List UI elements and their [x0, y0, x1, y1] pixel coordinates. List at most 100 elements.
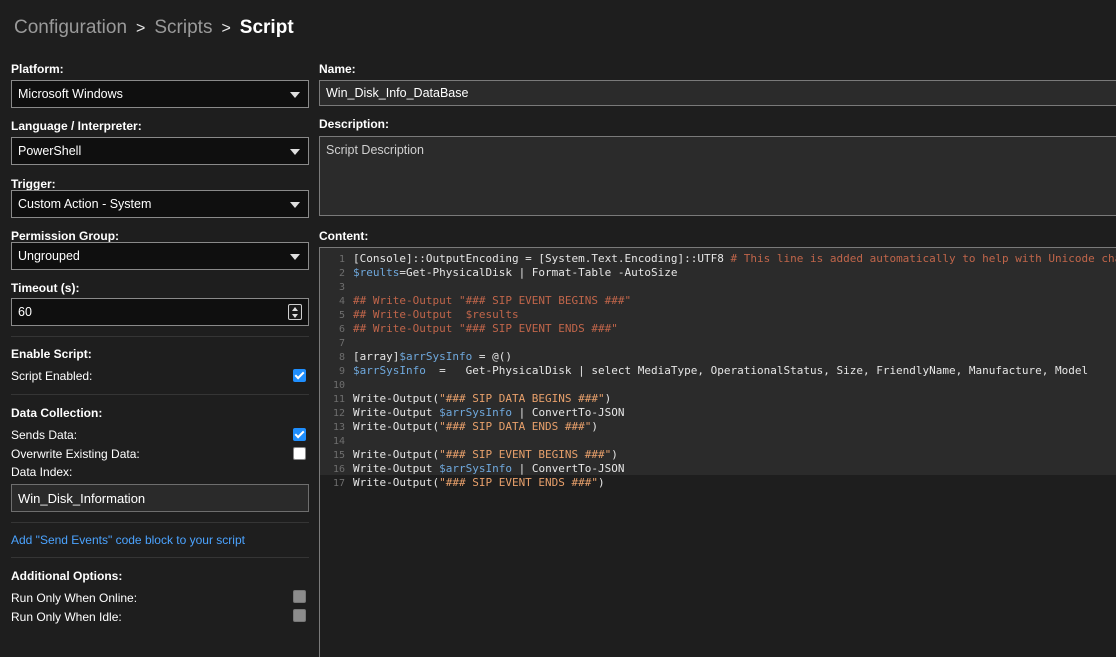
code-line: 17Write-Output("### SIP EVENT ENDS ###")	[320, 476, 345, 490]
overwrite-data-checkbox[interactable]	[293, 447, 306, 460]
code-token: ## Write-Output "### SIP EVENT BEGINS ##…	[353, 294, 631, 307]
line-number: 6	[320, 323, 345, 337]
timeout-input[interactable]: 60	[11, 298, 309, 326]
chevron-down-icon	[290, 254, 300, 260]
code-line: 7	[320, 336, 345, 350]
divider	[11, 522, 309, 523]
code-token: $reults	[353, 266, 399, 279]
code-line: 16Write-Output $arrSysInfo | ConvertTo-J…	[320, 462, 345, 476]
sends-data-label: Sends Data:	[11, 428, 77, 442]
code-line: 3	[320, 280, 345, 294]
code-line: 2$reults=Get-PhysicalDisk | Format-Table…	[320, 266, 345, 280]
code-token: )	[611, 448, 618, 461]
run-idle-checkbox[interactable]	[293, 609, 306, 622]
name-label: Name:	[319, 62, 356, 76]
code-line: 1[Console]::OutputEncoding = [System.Tex…	[320, 252, 345, 266]
code-token: Write-Output	[353, 406, 439, 419]
code-text: Write-Output $arrSysInfo | ConvertTo-JSO…	[353, 462, 625, 476]
code-token: =Get-PhysicalDisk | Format-Table -AutoSi…	[399, 266, 677, 279]
divider	[11, 394, 309, 395]
code-token: Write-Output(	[353, 420, 439, 433]
code-editor[interactable]: 1 [Console]::OutputEncoding = [System.Tex…	[319, 247, 1116, 657]
language-value: PowerShell	[18, 144, 81, 158]
line-number: 4	[320, 295, 345, 309]
code-line: 14	[320, 434, 345, 448]
code-token: Write-Output(	[353, 448, 439, 461]
divider	[11, 557, 309, 558]
code-line: 4## Write-Output "### SIP EVENT BEGINS #…	[320, 294, 345, 308]
language-select[interactable]: PowerShell	[11, 137, 309, 165]
data-collection-title: Data Collection:	[11, 406, 102, 420]
code-line: 8[array]$arrSysInfo = @()	[320, 350, 345, 364]
line-number: 15	[320, 449, 345, 463]
timeout-label: Timeout (s):	[11, 281, 79, 295]
line-number: 9	[320, 365, 345, 379]
code-text: [Console]::OutputEncoding = [System.Text…	[353, 252, 1116, 266]
line-number: 2	[320, 267, 345, 281]
timeout-value: 60	[18, 305, 32, 319]
code-text: $reults=Get-PhysicalDisk | Format-Table …	[353, 266, 678, 280]
code-line: 9$arrSysInfo = Get-PhysicalDisk | select…	[320, 364, 345, 378]
line-number: 17	[320, 477, 345, 491]
code-token: = @()	[472, 350, 512, 363]
code-text: ## Write-Output "### SIP EVENT BEGINS ##…	[353, 294, 631, 308]
divider	[11, 336, 309, 337]
line-number: 13	[320, 421, 345, 435]
additional-options-title: Additional Options:	[11, 569, 122, 583]
script-editor-panel: Name: Win_Disk_Info_DataBase Description…	[319, 0, 1116, 650]
code-text: ## Write-Output "### SIP EVENT ENDS ###"	[353, 322, 618, 336]
run-idle-label: Run Only When Idle:	[11, 610, 122, 624]
code-line: 11Write-Output("### SIP DATA BEGINS ###"…	[320, 392, 345, 406]
script-enabled-checkbox[interactable]	[293, 369, 306, 382]
run-online-label: Run Only When Online:	[11, 591, 137, 605]
code-token: Write-Output(	[353, 476, 439, 489]
add-send-events-link[interactable]: Add "Send Events" code block to your scr…	[11, 533, 245, 547]
code-token: "### SIP DATA BEGINS ###"	[439, 392, 605, 405]
run-online-checkbox[interactable]	[293, 590, 306, 603]
number-stepper-icon[interactable]	[288, 304, 302, 320]
data-index-input[interactable]: Win_Disk_Information	[11, 484, 309, 512]
line-number: 11	[320, 393, 345, 407]
code-token: )	[591, 420, 598, 433]
permission-group-label: Permission Group:	[11, 229, 119, 243]
description-textarea[interactable]: Script Description	[319, 136, 1116, 216]
code-token: | ConvertTo-JSON	[512, 406, 625, 419]
sends-data-checkbox[interactable]	[293, 428, 306, 441]
code-token: $arrSysInfo	[399, 350, 472, 363]
code-text: Write-Output("### SIP EVENT ENDS ###")	[353, 476, 605, 490]
enable-script-title: Enable Script:	[11, 347, 92, 361]
data-index-label: Data Index:	[11, 465, 72, 479]
code-token: Write-Output(	[353, 392, 439, 405]
code-token: ## Write-Output "### SIP EVENT ENDS ###"	[353, 322, 618, 335]
description-label: Description:	[319, 117, 389, 131]
trigger-select[interactable]: Custom Action - System	[11, 190, 309, 218]
code-line: 13Write-Output("### SIP DATA ENDS ###")	[320, 420, 345, 434]
settings-panel: Platform: Microsoft Windows Language / I…	[0, 0, 320, 650]
line-number: 1	[320, 253, 345, 267]
overwrite-data-label: Overwrite Existing Data:	[11, 447, 140, 461]
code-text: $arrSysInfo = Get-PhysicalDisk | select …	[353, 364, 1088, 378]
content-label: Content:	[319, 229, 368, 243]
language-label: Language / Interpreter:	[11, 119, 142, 133]
code-token: "### SIP EVENT ENDS ###"	[439, 476, 598, 489]
line-number: 12	[320, 407, 345, 421]
trigger-label: Trigger:	[11, 177, 56, 191]
line-number: 10	[320, 379, 345, 393]
permission-group-select[interactable]: Ungrouped	[11, 242, 309, 270]
platform-select[interactable]: Microsoft Windows	[11, 80, 309, 108]
code-token: $arrSysInfo	[439, 406, 512, 419]
code-text: Write-Output("### SIP EVENT BEGINS ###")	[353, 448, 618, 462]
code-line: 6## Write-Output "### SIP EVENT ENDS ###…	[320, 322, 345, 336]
permission-group-value: Ungrouped	[18, 249, 80, 263]
code-text: Write-Output("### SIP DATA BEGINS ###")	[353, 392, 611, 406]
chevron-down-icon	[290, 202, 300, 208]
line-number: 8	[320, 351, 345, 365]
name-input[interactable]: Win_Disk_Info_DataBase	[319, 80, 1116, 106]
code-token: )	[598, 476, 605, 489]
code-text: Write-Output $arrSysInfo | ConvertTo-JSO…	[353, 406, 625, 420]
code-token: "### SIP EVENT BEGINS ###"	[439, 448, 611, 461]
code-token: ## Write-Output $results	[353, 308, 519, 321]
line-number: 14	[320, 435, 345, 449]
code-line: 10	[320, 378, 345, 392]
code-text: ## Write-Output $results	[353, 308, 519, 322]
